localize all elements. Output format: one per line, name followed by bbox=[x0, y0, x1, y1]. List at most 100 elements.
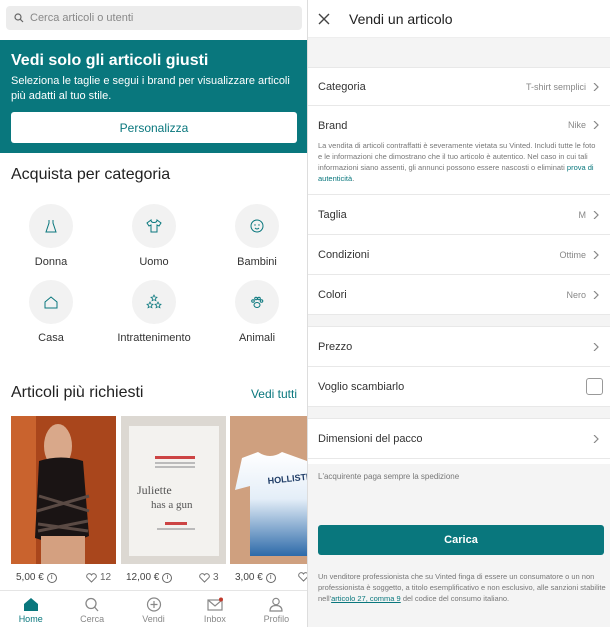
category-animali[interactable]: Animali bbox=[207, 280, 307, 344]
banner-title: Vedi solo gli articoli giusti bbox=[11, 52, 209, 69]
search-icon bbox=[85, 597, 99, 612]
category-label: Donna bbox=[34, 256, 68, 268]
mail-icon bbox=[207, 597, 223, 611]
row-label: Dimensioni del pacco bbox=[318, 432, 423, 445]
baby-face-icon bbox=[250, 219, 264, 233]
product-image bbox=[11, 416, 116, 564]
product-likes[interactable]: 12 bbox=[86, 572, 111, 583]
row-label: Condizioni bbox=[318, 248, 370, 261]
category-casa[interactable]: Casa bbox=[1, 280, 101, 344]
row-label: Brand bbox=[318, 120, 348, 132]
info-icon[interactable]: i bbox=[265, 572, 276, 583]
shipping-note: L'acquirente paga sempre la spedizione bbox=[318, 472, 460, 481]
product-image: HOLLISTER bbox=[230, 416, 307, 564]
product-likes[interactable]: 3 bbox=[199, 572, 219, 583]
category-label: Uomo bbox=[139, 256, 169, 268]
nav-search[interactable]: Cerca bbox=[61, 591, 122, 627]
row-label: Taglia bbox=[318, 208, 347, 221]
chevron-right-icon bbox=[593, 342, 599, 351]
upload-button[interactable]: Carica bbox=[318, 525, 604, 555]
brand-row[interactable]: Brand Nike La vendita di articoli contra… bbox=[308, 106, 610, 195]
product-image: Juliette has a gun bbox=[121, 416, 226, 564]
section-divider bbox=[308, 407, 610, 419]
price-value: 12,00 € bbox=[126, 572, 160, 583]
legal-notice: Un venditore professionista che su Vinte… bbox=[318, 572, 606, 603]
row-value: Nero bbox=[566, 289, 586, 300]
category-donna[interactable]: Donna bbox=[1, 204, 101, 268]
category-label: Animali bbox=[238, 332, 276, 344]
header: Vendi un articolo bbox=[308, 0, 610, 38]
category-label: Casa bbox=[38, 332, 64, 344]
see-all-link[interactable]: Vedi tutti bbox=[251, 387, 297, 401]
plus-circle-icon bbox=[146, 597, 161, 612]
nav-home[interactable]: Home bbox=[0, 591, 61, 627]
condition-row[interactable]: Condizioni Ottime bbox=[308, 235, 610, 275]
search-input[interactable]: Cerca articoli o utenti bbox=[6, 6, 302, 30]
book-text-2: has a gun bbox=[151, 499, 193, 511]
row-value: Nike bbox=[567, 120, 586, 130]
product-price: 3,00 € i bbox=[235, 572, 276, 583]
info-icon[interactable]: i bbox=[46, 572, 57, 583]
row-value: Ottime bbox=[559, 249, 586, 260]
nav-inbox[interactable]: Inbox bbox=[184, 591, 245, 627]
row-label: Categoria bbox=[318, 80, 366, 93]
popular-title: Articoli più richiesti bbox=[11, 384, 144, 401]
row-label: Colori bbox=[318, 288, 347, 301]
chevron-right-icon bbox=[593, 290, 599, 299]
profile-icon bbox=[269, 597, 283, 612]
size-row[interactable]: Taglia M bbox=[308, 195, 610, 235]
section-divider bbox=[308, 38, 610, 68]
product-price: 12,00 € i bbox=[126, 572, 173, 583]
row-label: Prezzo bbox=[318, 340, 353, 353]
paw-icon bbox=[251, 296, 264, 308]
category-label: Intrattenimento bbox=[117, 332, 191, 344]
product-card-2[interactable]: Juliette has a gun bbox=[121, 416, 226, 564]
personalize-button[interactable]: Personalizza bbox=[11, 112, 297, 143]
category-uomo[interactable]: Uomo bbox=[104, 204, 204, 268]
nav-label: Cerca bbox=[80, 614, 105, 624]
category-intrattenimento[interactable]: Intrattenimento bbox=[104, 280, 204, 344]
likes-count: 3 bbox=[213, 572, 219, 583]
legal-link[interactable]: articolo 27, comma 9 bbox=[331, 594, 401, 603]
price-row[interactable]: Prezzo bbox=[308, 327, 610, 367]
authenticity-note: La vendita di articoli contraffatti è se… bbox=[318, 141, 596, 183]
search-placeholder: Cerca articoli o utenti bbox=[30, 12, 134, 24]
nav-sell[interactable]: Vendi bbox=[123, 591, 184, 627]
shirt-icon bbox=[146, 219, 162, 233]
nav-profile[interactable]: Profilo bbox=[246, 591, 307, 627]
heart-icon bbox=[298, 572, 307, 582]
banner-subtitle: Seleziona le taglie e segui i brand per … bbox=[11, 75, 290, 102]
nav-label: Home bbox=[18, 614, 43, 624]
product-card-3[interactable]: HOLLISTER bbox=[230, 416, 307, 564]
category-row[interactable]: Categoria T-shirt semplici bbox=[308, 68, 610, 106]
chevron-right-icon bbox=[593, 82, 599, 91]
colors-row[interactable]: Colori Nero bbox=[308, 275, 610, 315]
row-value: M bbox=[578, 209, 587, 220]
swap-row: Voglio scambiarlo bbox=[308, 367, 610, 407]
personalize-banner: Vedi solo gli articoli giusti Seleziona … bbox=[0, 40, 307, 153]
swap-checkbox[interactable] bbox=[586, 378, 603, 395]
product-price: 5,00 € i bbox=[16, 572, 57, 583]
category-bambini[interactable]: Bambini bbox=[207, 204, 307, 268]
categories-title: Acquista per categoria bbox=[11, 166, 171, 183]
nav-label: Inbox bbox=[203, 614, 226, 624]
home-icon bbox=[23, 598, 38, 611]
search-icon bbox=[14, 13, 24, 23]
info-icon[interactable]: i bbox=[162, 572, 173, 583]
sell-item-screen: Vendi un articolo Categoria T-shirt semp… bbox=[307, 0, 610, 627]
close-icon[interactable] bbox=[317, 12, 331, 26]
home-screen: Cerca articoli o utenti Vedi solo gli ar… bbox=[0, 0, 307, 627]
nav-label: Vendi bbox=[142, 614, 165, 624]
row-label: Voglio scambiarlo bbox=[318, 380, 405, 393]
row-value: T-shirt semplici bbox=[525, 81, 586, 92]
chevron-right-icon bbox=[593, 250, 599, 259]
stars-icon bbox=[146, 294, 162, 309]
heart-icon bbox=[199, 572, 210, 583]
package-size-row[interactable]: Dimensioni del pacco bbox=[308, 419, 610, 459]
product-card-1[interactable] bbox=[11, 416, 116, 564]
product-likes[interactable] bbox=[298, 572, 307, 582]
price-value: 3,00 € bbox=[235, 572, 263, 583]
house-icon bbox=[44, 296, 58, 309]
chevron-right-icon bbox=[593, 434, 599, 443]
nav-label: Profilo bbox=[263, 614, 290, 624]
